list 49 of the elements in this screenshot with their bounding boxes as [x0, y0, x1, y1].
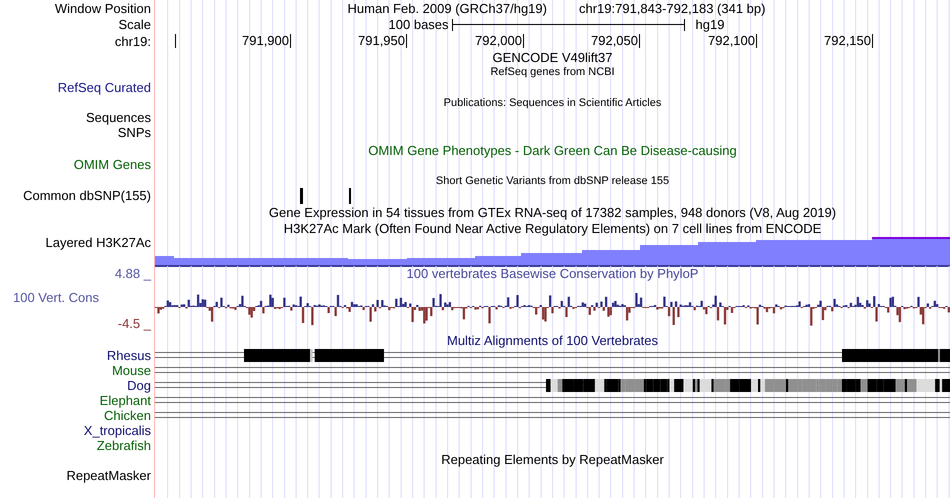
- track-title: OMIM Gene Phenotypes - Dark Green Can Be Disease-causing: [368, 143, 737, 159]
- ruler-tick: [175, 34, 176, 48]
- track-title: 100 vertebrates Basewise Conservation by PhyloP: [406, 266, 698, 282]
- ruler-label: 791,900: [242, 33, 289, 49]
- species-label[interactable]: Zebrafish: [96, 438, 151, 453]
- species-label[interactable]: Dog: [127, 378, 151, 393]
- scale-assembly: hg19: [696, 17, 724, 33]
- species-label[interactable]: Rhesus: [106, 348, 151, 363]
- assembly-title: Human Feb. 2009 (GRCh37/hg19): [348, 0, 547, 17]
- species-label[interactable]: X_tropicalis: [84, 423, 151, 438]
- track-title: H3K27Ac Mark (Often Found Near Active Regulatory Elements) on 7 cell lines from ENCODE: [284, 221, 822, 237]
- track-label[interactable]: OMIM Genes: [74, 157, 151, 172]
- scale-length: 100 bases: [388, 17, 449, 33]
- track-label[interactable]: RepeatMasker: [66, 468, 151, 483]
- track-title: GENCODE V49lift37: [492, 50, 612, 66]
- snp-mark[interactable]: [349, 188, 351, 204]
- ruler-tick: [290, 34, 291, 48]
- ruler-tick: [406, 34, 407, 48]
- axis-max-label: 4.88 _: [114, 266, 151, 281]
- track-title: RefSeq genes from NCBI: [490, 66, 615, 79]
- ruler-tick: [639, 34, 640, 48]
- track-title: Short Genetic Variants from dbSNP release 155: [436, 175, 670, 188]
- row-label: Window Position: [54, 0, 151, 17]
- species-label[interactable]: Elephant: [100, 393, 151, 408]
- track-title: Multiz Alignments of 100 Vertebrates: [446, 333, 658, 349]
- axis-min-label: -4.5 _: [118, 316, 151, 331]
- species-label[interactable]: Mouse: [112, 363, 151, 378]
- track-title: Gene Expression in 54 tissues from GTEx RNA-seq of 17382 samples, 948 donors (V8, Aug 2019): [268, 205, 836, 221]
- ruler-label: 792,050: [591, 33, 638, 49]
- ruler-tick: [523, 34, 524, 48]
- track-label[interactable]: Layered H3K27Ac: [45, 235, 151, 250]
- track-title: Repeating Elements by RepeatMasker: [441, 452, 664, 468]
- track-label[interactable]: 100 Vert. Cons: [13, 290, 99, 305]
- track-label[interactable]: Sequences: [86, 110, 151, 125]
- ruler-label: 791,950: [358, 33, 405, 49]
- ruler-label: 792,150: [824, 33, 871, 49]
- row-label: Scale: [118, 17, 151, 33]
- species-label[interactable]: Chicken: [104, 408, 151, 423]
- snp-mark[interactable]: [300, 188, 303, 204]
- track-title: Publications: Sequences in Scientific Articles: [444, 97, 662, 110]
- ruler-tick: [756, 34, 757, 48]
- ruler-label: 792,000: [475, 33, 522, 49]
- ruler-tick: [872, 34, 873, 48]
- row-label: chr19:: [114, 33, 151, 50]
- track-label[interactable]: Common dbSNP(155): [23, 188, 151, 203]
- ruler-label: 792,100: [708, 33, 755, 49]
- position-text: chr19:791,843-792,183 (341 bp): [578, 0, 766, 17]
- track-label[interactable]: SNPs: [118, 125, 151, 140]
- track-label[interactable]: RefSeq Curated: [58, 80, 151, 95]
